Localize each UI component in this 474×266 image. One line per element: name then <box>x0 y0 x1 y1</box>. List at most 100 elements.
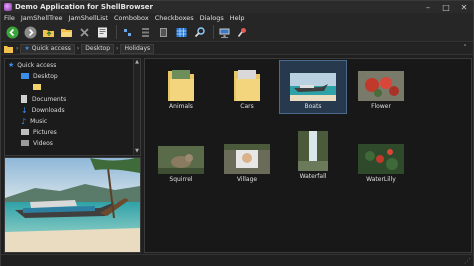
address-dropdown-button[interactable]: ˅ <box>460 44 470 54</box>
breadcrumb-arrow-icon: › <box>116 45 119 52</box>
scroll-down-icon[interactable]: ▼ <box>134 148 140 155</box>
maximize-button[interactable]: □ <box>437 1 455 13</box>
breadcrumb-arrow-icon: › <box>76 45 80 52</box>
close-button[interactable]: ✕ <box>455 1 473 13</box>
folder-open-icon <box>61 28 72 37</box>
status-bar: ⋰ <box>1 254 473 266</box>
file-item-flower[interactable]: Flower <box>347 61 415 115</box>
boat-preview-image <box>5 158 140 252</box>
file-item-waterfall[interactable]: Waterfall <box>279 125 347 180</box>
view-small-icon <box>124 28 131 36</box>
flower-thumbnail <box>358 71 404 101</box>
file-item-cars[interactable]: Cars <box>213 61 281 115</box>
breadcrumb-desktop[interactable]: Desktop <box>81 43 115 54</box>
file-item-label: Village <box>236 176 258 183</box>
network-drive-icon <box>219 28 230 38</box>
menu-jamshelltree[interactable]: JamShellTree <box>21 14 63 22</box>
menu-bar: File JamShellTree JamShellList Combobox … <box>1 13 473 23</box>
scroll-up-icon[interactable]: ▲ <box>134 59 140 66</box>
file-item-label: WaterLilly <box>366 176 396 183</box>
menu-dialogs[interactable]: Dialogs <box>200 14 224 22</box>
tree-item-label: Desktop <box>33 72 58 80</box>
tree-item-music[interactable]: ♪ Music <box>21 116 47 126</box>
properties-icon <box>98 27 107 37</box>
folder-icon <box>4 45 13 53</box>
desktop-icon <box>21 73 29 79</box>
title-bar: Demo Application for ShellBrowser – □ ✕ <box>1 1 473 13</box>
videos-icon <box>21 140 29 146</box>
toolbar-separator <box>116 25 117 39</box>
file-item-label: Flower <box>371 103 391 110</box>
downloads-icon: ↓ <box>21 105 28 115</box>
star-icon: ★ <box>24 45 30 52</box>
menu-file[interactable]: File <box>4 14 15 22</box>
image-preview <box>4 157 141 253</box>
file-item-squirrel[interactable]: Squirrel <box>147 134 215 188</box>
folder-tree: ★ Quick access Desktop Documents ↓ Downl… <box>4 58 141 156</box>
folder-icon <box>33 84 41 90</box>
pictures-icon <box>21 129 29 135</box>
tree-item-documents[interactable]: Documents <box>21 94 66 104</box>
file-item-boats[interactable]: Boats <box>279 60 347 114</box>
breadcrumb-label: Holidays <box>124 45 151 52</box>
resize-grip-icon[interactable]: ⋰ <box>464 257 471 265</box>
network-drive-button[interactable] <box>217 25 232 40</box>
breadcrumb-label: Desktop <box>85 45 111 52</box>
squirrel-thumbnail <box>158 146 204 174</box>
toolbar <box>1 23 473 42</box>
menu-combobox[interactable]: Combobox <box>114 14 149 22</box>
tree-item-label: Quick access <box>17 61 57 69</box>
back-icon <box>6 26 19 38</box>
breadcrumb-quick-access[interactable]: ★ Quick access <box>20 43 75 54</box>
back-button[interactable] <box>5 25 20 40</box>
minimize-button[interactable]: – <box>419 1 437 13</box>
app-window: Demo Application for ShellBrowser – □ ✕ … <box>0 0 474 266</box>
tree-item-videos[interactable]: Videos <box>21 138 53 148</box>
documents-icon <box>21 95 27 103</box>
tree-scrollbar[interactable]: ▲ ▼ <box>133 59 140 155</box>
menu-jamshelllist[interactable]: JamShellList <box>69 14 108 22</box>
folder-open-button[interactable] <box>59 25 74 40</box>
file-item-label: Waterfall <box>299 173 327 180</box>
search-button[interactable] <box>192 25 207 40</box>
folder-icon <box>168 70 194 101</box>
music-icon: ♪ <box>21 116 27 126</box>
toolbar-separator <box>213 25 214 39</box>
file-item-label: Animals <box>169 103 193 110</box>
tree-item-desktop[interactable]: Desktop <box>21 71 58 81</box>
tree-item-label: Music <box>30 117 48 125</box>
file-item-animals[interactable]: Animals <box>147 61 215 115</box>
file-item-waterlilly[interactable]: WaterLilly <box>347 134 415 188</box>
tree-item-quick-access[interactable]: ★ Quick access <box>8 60 56 70</box>
file-item-label: Squirrel <box>169 176 193 183</box>
view-list-button[interactable] <box>138 25 153 40</box>
file-item-village[interactable]: Village <box>213 134 281 188</box>
window-title: Demo Application for ShellBrowser <box>15 3 153 11</box>
forward-button[interactable] <box>23 25 38 40</box>
delete-button[interactable] <box>77 25 92 40</box>
map-icon <box>237 27 246 37</box>
boat-thumbnail <box>290 73 336 101</box>
file-list: Animals Cars Boats Flower Squirrel Villa… <box>144 58 472 253</box>
view-thumbnails-button[interactable] <box>174 25 189 40</box>
menu-checkboxes[interactable]: Checkboxes <box>155 14 194 22</box>
view-details-button[interactable] <box>156 25 171 40</box>
menu-help[interactable]: Help <box>230 14 245 22</box>
forward-icon <box>24 26 37 38</box>
view-thumbnails-icon <box>176 27 187 37</box>
map-button[interactable] <box>235 25 250 40</box>
view-small-button[interactable] <box>120 25 135 40</box>
breadcrumb-holidays[interactable]: Holidays <box>120 43 155 54</box>
properties-button[interactable] <box>95 25 110 40</box>
tree-item-label: Downloads <box>31 106 65 114</box>
tree-item-folder[interactable] <box>33 82 41 92</box>
village-thumbnail <box>224 144 270 174</box>
tree-item-downloads[interactable]: ↓ Downloads <box>21 105 65 115</box>
breadcrumb-arrow-icon: › <box>16 45 19 52</box>
tree-item-label: Pictures <box>33 128 57 136</box>
folder-up-button[interactable] <box>41 25 56 40</box>
address-bar[interactable]: › ★ Quick access › Desktop › Holidays ˅ <box>1 43 473 55</box>
tree-item-label: Documents <box>32 95 67 103</box>
delete-icon <box>80 27 89 37</box>
tree-item-pictures[interactable]: Pictures <box>21 127 57 137</box>
